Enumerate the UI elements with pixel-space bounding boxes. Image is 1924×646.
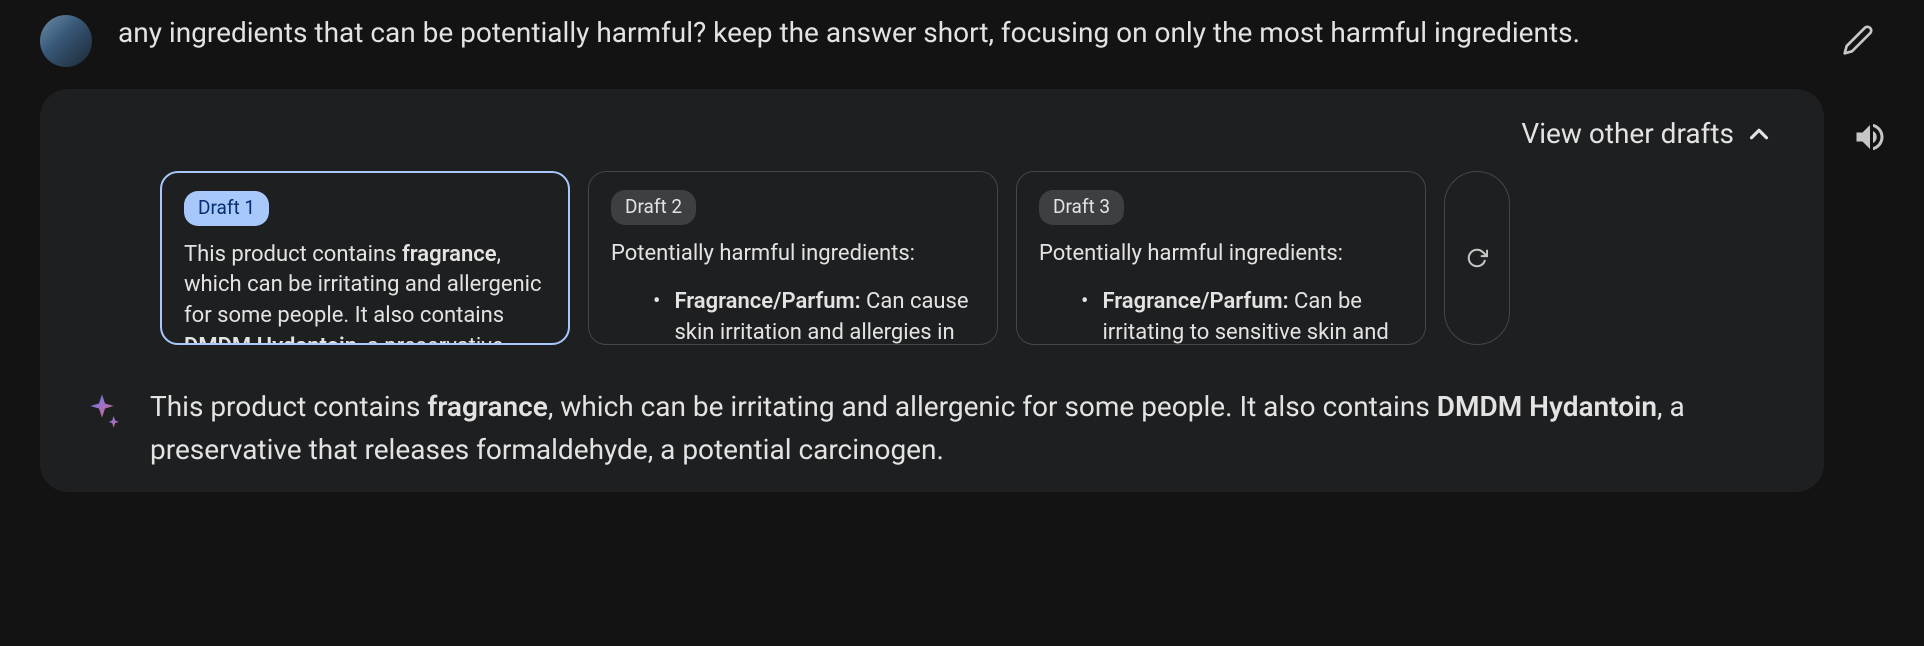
draft-bold-segment: DMDM Hydantoin [184,334,357,345]
draft-text-segment: This product contains [184,242,402,267]
view-other-drafts-label: View other drafts [1521,113,1734,155]
draft-chip: Draft 1 [184,191,269,226]
user-message-row: any ingredients that can be potentially … [40,12,1884,85]
draft-bullet-body: Fragrance/Parfum: Can cause skin irritat… [674,287,975,345]
drafts-grid: Draft 1 This product contains fragrance,… [160,171,1784,345]
draft-heading: Potentially harmful ingredients: [1039,239,1403,270]
bullet-icon: • [1081,287,1088,345]
draft-card-1[interactable]: Draft 1 This product contains fragrance,… [160,171,570,345]
answer-bold-segment: fragrance [427,390,547,423]
user-prompt-text: any ingredients that can be potentially … [118,12,1806,54]
pencil-icon [1842,24,1874,56]
view-other-drafts-button[interactable]: View other drafts [1521,113,1774,155]
draft-bullet: • Fragrance/Parfum: Can be irritating to… [1039,287,1403,345]
refresh-icon [1466,247,1488,269]
ai-sparkle-icon [82,391,122,443]
speaker-icon [1852,119,1888,155]
draft-text-segment: , a preservative [357,334,503,345]
bullet-icon: • [653,287,660,345]
draft-preview: This product contains fragrance, which c… [184,240,546,345]
draft-chip: Draft 2 [611,190,696,225]
draft-preview: Potentially harmful ingredients: • Fragr… [611,239,975,345]
answer-segment: , which can be irritating and allergenic… [548,390,1437,423]
answer-segment: This product contains [150,390,427,423]
draft-card-2[interactable]: Draft 2 Potentially harmful ingredients:… [588,171,998,345]
answer-bold-segment: DMDM Hydantoin [1437,390,1657,423]
response-block: View other drafts Draft 1 This product c… [40,89,1824,492]
draft-bullet: • Fragrance/Parfum: Can cause skin irrit… [611,287,975,345]
regenerate-drafts-button[interactable] [1444,171,1510,345]
view-drafts-toggle-row: View other drafts [80,113,1784,155]
user-avatar [40,15,92,67]
answer-text: This product contains fragrance, which c… [150,385,1784,472]
draft-card-3[interactable]: Draft 3 Potentially harmful ingredients:… [1016,171,1426,345]
draft-bold-segment: Fragrance/Parfum: [1102,289,1288,314]
draft-chip: Draft 3 [1039,190,1124,225]
listen-button[interactable] [1844,111,1896,163]
answer-row: This product contains fragrance, which c… [82,385,1784,472]
draft-bullet-body: Fragrance/Parfum: Can be irritating to s… [1102,287,1403,345]
draft-heading: Potentially harmful ingredients: [611,239,975,270]
draft-bold-segment: fragrance [402,242,497,267]
draft-bold-segment: Fragrance/Parfum: [674,289,860,314]
edit-prompt-button[interactable] [1832,14,1884,66]
chevron-up-icon [1744,119,1774,149]
draft-preview: Potentially harmful ingredients: • Fragr… [1039,239,1403,345]
